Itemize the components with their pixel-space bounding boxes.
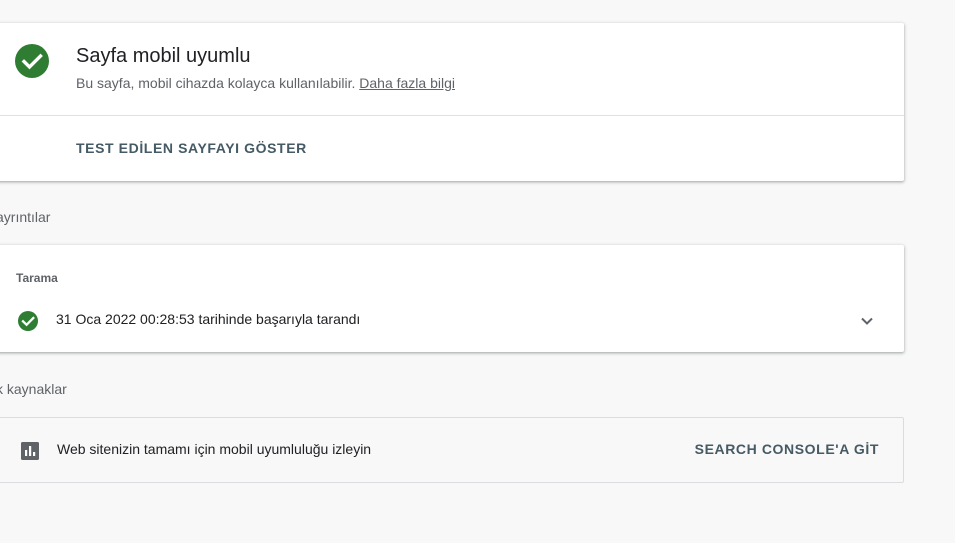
crawl-status-text: 31 Oca 2022 00:28:53 tarihinde başarıyla… — [56, 311, 361, 327]
result-description: Bu sayfa, mobil cihazda kolayca kullanıl… — [76, 74, 455, 92]
view-tested-page-button[interactable]: TEST EDİLEN SAYFAYI GÖSTER — [66, 131, 317, 165]
result-description-text: Bu sayfa, mobil cihazda kolayca kullanıl… — [76, 75, 356, 91]
resource-card: Web sitenizin tamamı için mobil uyumlulu… — [0, 417, 904, 483]
result-summary: Sayfa mobil uyumlu Bu sayfa, mobil cihaz… — [0, 23, 904, 116]
result-card: Sayfa mobil uyumlu Bu sayfa, mobil cihaz… — [0, 23, 904, 181]
details-card: Tarama 31 Oca 2022 00:28:53 tarihinde ba… — [0, 245, 904, 352]
result-title: Sayfa mobil uyumlu — [76, 45, 251, 67]
resources-section-label: k kaynaklar — [0, 381, 67, 397]
learn-more-link[interactable]: Daha fazla bilgi — [359, 75, 455, 91]
crawl-sub-label: Tarama — [16, 271, 58, 285]
details-section-label: ayrıntılar — [0, 209, 51, 225]
result-actions: TEST EDİLEN SAYFAYI GÖSTER — [0, 116, 904, 180]
resource-item-text: Web sitenizin tamamı için mobil uyumlulu… — [57, 441, 372, 457]
chevron-down-icon[interactable] — [858, 312, 876, 330]
check-circle-icon — [18, 311, 38, 331]
bar-chart-icon — [21, 442, 39, 460]
crawl-status-row[interactable]: 31 Oca 2022 00:28:53 tarihinde başarıyla… — [0, 300, 904, 340]
search-console-button[interactable]: SEARCH CONSOLE'A GİT — [685, 432, 889, 466]
check-circle-icon — [15, 44, 49, 78]
